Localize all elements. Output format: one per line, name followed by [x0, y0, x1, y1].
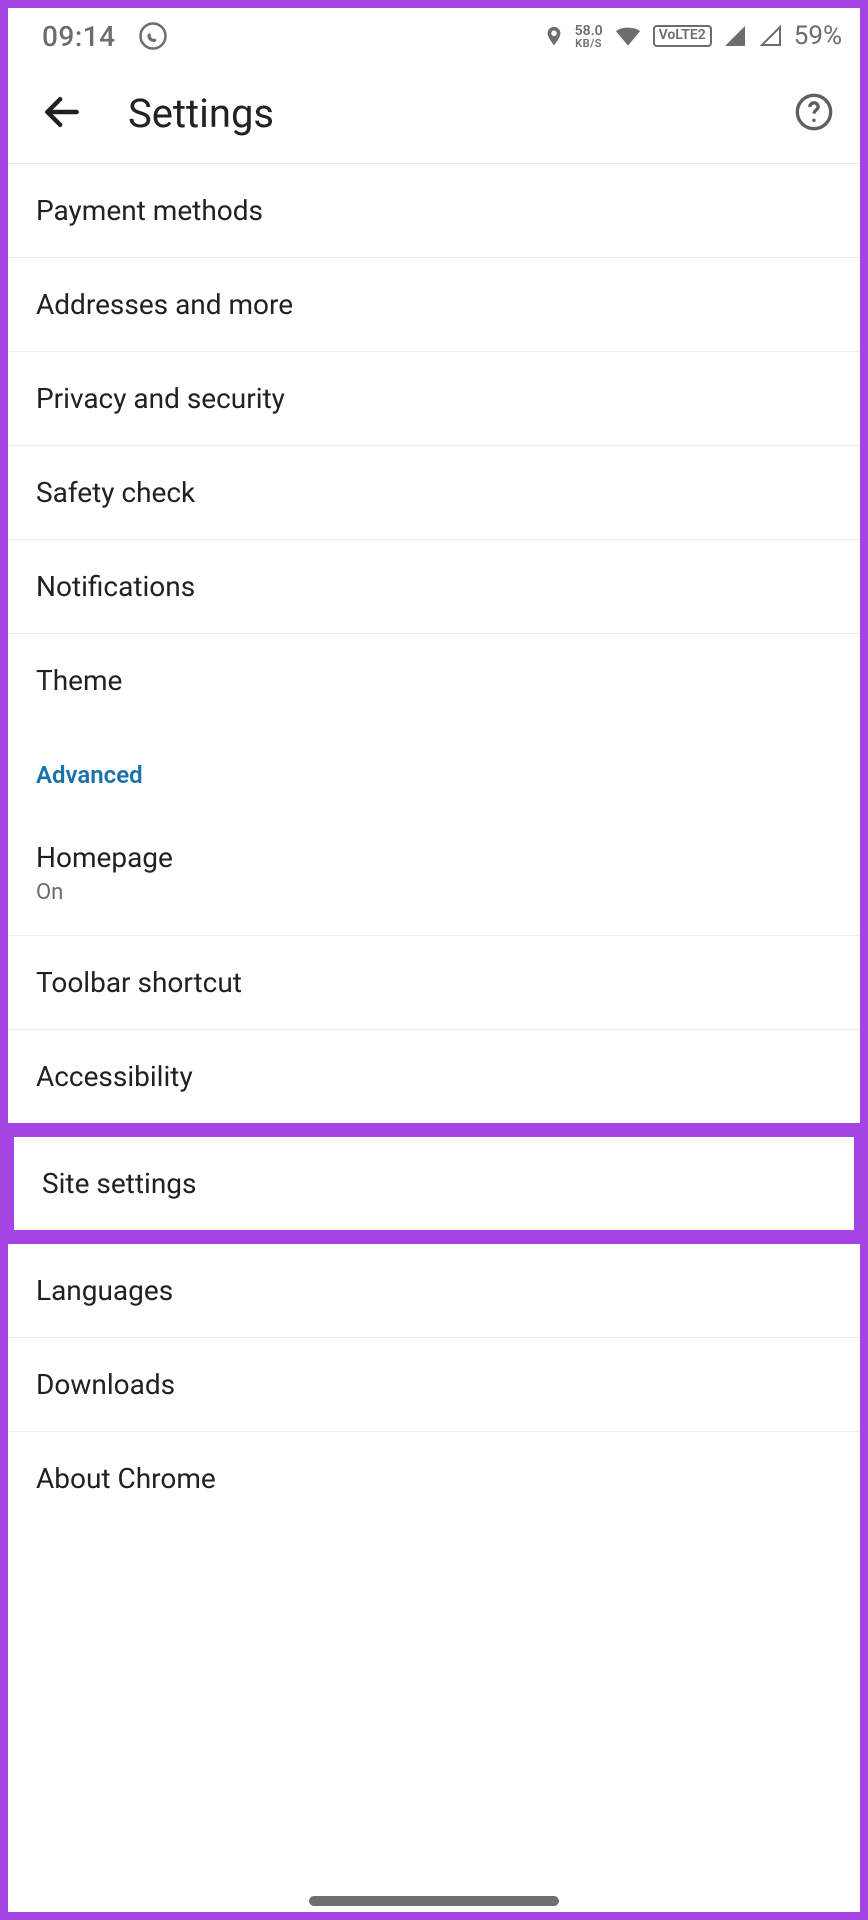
row-label: Privacy and security — [36, 382, 832, 415]
row-label: Homepage — [36, 841, 832, 874]
settings-row-toolbar-shortcut[interactable]: Toolbar shortcut — [8, 936, 860, 1030]
net-speed-value: 58.0 — [575, 24, 603, 38]
signal-icon — [758, 24, 784, 48]
signal-icon — [722, 24, 748, 48]
app-bar: Settings — [8, 64, 860, 164]
settings-row-accessibility[interactable]: Accessibility — [8, 1030, 860, 1123]
settings-row-downloads[interactable]: Downloads — [8, 1338, 860, 1432]
battery-text: 59% — [794, 21, 842, 51]
statusbar-left: 09:14 — [42, 20, 168, 53]
status-bar: 09:14 58.0 KB/S VoLTE2 — [8, 8, 860, 64]
volte-badge-icon: VoLTE2 — [653, 25, 712, 46]
row-subtext: On — [36, 880, 832, 905]
settings-row-safety-check[interactable]: Safety check — [8, 446, 860, 540]
settings-row-site-settings[interactable]: Site settings — [0, 1123, 868, 1244]
page-title: Settings — [128, 90, 788, 137]
gesture-nav-bar — [8, 1896, 860, 1906]
row-label: Theme — [36, 664, 832, 697]
net-speed-unit: KB/S — [575, 38, 602, 49]
settings-list[interactable]: Payment methods Addresses and more Priva… — [8, 164, 860, 1525]
screen-frame: 09:14 58.0 KB/S VoLTE2 — [0, 0, 868, 1920]
settings-row-privacy-security[interactable]: Privacy and security — [8, 352, 860, 446]
row-label: Addresses and more — [36, 288, 832, 321]
row-label: Downloads — [36, 1368, 832, 1401]
settings-row-payment-methods[interactable]: Payment methods — [8, 164, 860, 258]
help-button[interactable] — [788, 88, 840, 140]
settings-row-addresses[interactable]: Addresses and more — [8, 258, 860, 352]
whatsapp-icon — [138, 21, 168, 51]
row-label: Safety check — [36, 476, 832, 509]
net-speed-indicator: 58.0 KB/S — [575, 24, 603, 49]
clock-text: 09:14 — [42, 20, 116, 53]
row-label: Notifications — [36, 570, 832, 603]
row-label: Site settings — [42, 1167, 826, 1200]
statusbar-right: 58.0 KB/S VoLTE2 59% — [543, 21, 842, 51]
settings-row-homepage[interactable]: Homepage On — [8, 811, 860, 936]
location-icon — [543, 23, 565, 49]
back-button[interactable] — [30, 82, 94, 146]
settings-row-theme[interactable]: Theme — [8, 634, 860, 727]
help-circle-icon — [794, 92, 834, 135]
wifi-icon — [613, 24, 643, 48]
row-label: Languages — [36, 1274, 832, 1307]
row-label: About Chrome — [36, 1462, 832, 1495]
nav-pill-icon — [309, 1896, 559, 1906]
section-header-advanced: Advanced — [8, 727, 860, 811]
row-label: Accessibility — [36, 1060, 832, 1093]
arrow-left-icon — [40, 90, 84, 137]
settings-row-languages[interactable]: Languages — [8, 1244, 860, 1338]
settings-row-notifications[interactable]: Notifications — [8, 540, 860, 634]
settings-row-about-chrome[interactable]: About Chrome — [8, 1432, 860, 1525]
row-label: Payment methods — [36, 194, 832, 227]
row-label: Toolbar shortcut — [36, 966, 832, 999]
